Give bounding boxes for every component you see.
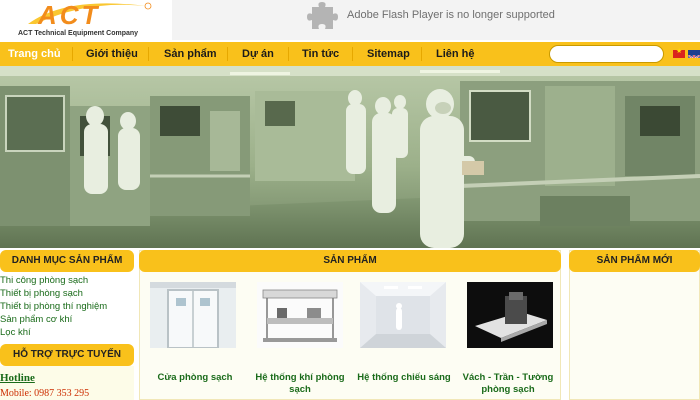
nav-item-projects[interactable]: Dự án [242,42,274,66]
lighting-system-image[interactable] [360,282,446,348]
category-item[interactable]: Sản phẩm cơ khí [0,313,134,326]
product-name[interactable]: Vách - Trần - Tường phòng sạch [454,372,562,396]
logo-subtitle: ACT Technical Equipment Company [18,30,139,37]
vietnamese-flag-icon[interactable] [673,47,685,58]
categories-header: DANH MỤC SẢN PHẨM [0,250,134,272]
cleanroom-photo [0,66,700,248]
category-item[interactable]: Lọc khí [0,326,134,339]
new-products-panel [569,250,700,400]
nav-divider [288,47,289,61]
product-name[interactable]: Hệ thống khí phòng sạch [246,372,354,396]
wall-panel-image[interactable] [467,282,553,348]
category-item[interactable]: Thi công phòng sạch [0,274,134,287]
mobile-number: Mobile: 0987 353 295 [0,388,90,399]
nav-item-about[interactable]: Giới thiệu [86,42,138,66]
main-nav: Trang chủ Giới thiệu Sản phẩm Dự án Tin … [0,42,700,66]
cleanroom-banner [0,66,700,248]
category-item[interactable]: Thiết bị phòng sạch [0,287,134,300]
act-logo-mark: ACT [28,2,152,28]
nav-divider [421,47,422,61]
english-flag-icon[interactable] [688,50,700,58]
nav-item-home[interactable]: Trang chủ [8,42,61,66]
products-header: SẢN PHẨM [139,250,561,272]
support-header: HỖ TRỢ TRỰC TUYẾN [0,344,134,366]
puzzle-plugin-icon [307,2,338,29]
nav-item-sitemap[interactable]: Sitemap [367,42,410,66]
logo-text: ACT [37,2,100,28]
hotline-link[interactable]: Hotline [0,372,35,384]
new-products-header: SẢN PHẨM MỚI [569,250,700,272]
nav-item-products[interactable]: Sản phẩm [164,42,217,66]
product-name[interactable]: Cửa phòng sạch [141,372,249,384]
product-name[interactable]: Hệ thống chiếu sáng [350,372,458,384]
site-header: ACT ACT Technical Equipment Company Adob… [0,0,700,42]
cleanroom-door-image[interactable] [150,282,236,348]
nav-divider [227,47,228,61]
nav-divider [148,47,149,61]
nav-divider [72,47,73,61]
search-input[interactable] [549,45,664,63]
nav-item-contact[interactable]: Liên hệ [436,42,475,66]
nav-divider [352,47,353,61]
category-list: Thi công phòng sạch Thiết bị phòng sạch … [0,274,134,339]
flash-message: Adobe Flash Player is no longer supporte… [347,9,555,21]
flash-placeholder: Adobe Flash Player is no longer supporte… [172,0,700,40]
nav-item-news[interactable]: Tin tức [302,42,339,66]
air-system-image[interactable] [257,282,343,348]
category-item[interactable]: Thiết bị phòng thí nghiệm [0,300,134,313]
act-logo[interactable]: ACT ACT Technical Equipment Company [2,0,167,42]
